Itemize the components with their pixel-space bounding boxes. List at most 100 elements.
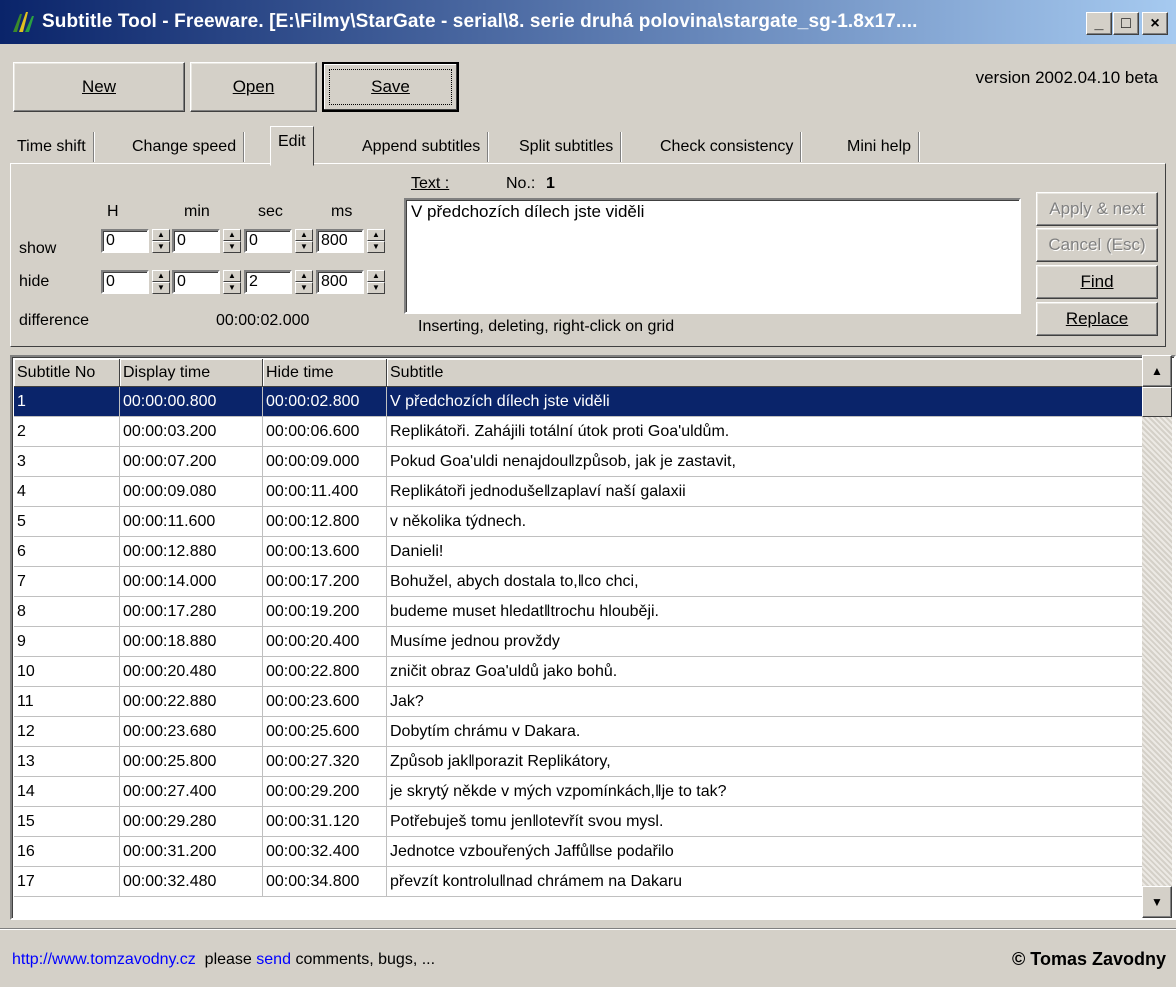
cell-subtitle[interactable]: Musíme jednou provždy xyxy=(387,627,1143,657)
tab-append-subtitles[interactable]: Append subtitles xyxy=(355,132,489,162)
cell-subtitle-no[interactable]: 8 xyxy=(14,597,120,627)
cell-subtitle[interactable]: V předchozích dílech jste viděli xyxy=(387,387,1143,417)
hide-minutes-spinner[interactable]: ▲ ▼ xyxy=(223,270,241,294)
find-button[interactable]: Find xyxy=(1036,265,1158,299)
open-button[interactable]: Open xyxy=(190,62,317,112)
spin-down-icon[interactable]: ▼ xyxy=(152,241,170,253)
grid-scrollbar[interactable]: ▲ ▼ xyxy=(1142,355,1172,918)
cell-hide-time[interactable]: 00:00:17.200 xyxy=(263,567,387,597)
table-row[interactable]: 2 00:00:03.200 00:00:06.600 Replikátoři. Za… xyxy=(14,417,1143,447)
hide-seconds-spinner[interactable]: ▲ ▼ xyxy=(295,270,313,294)
spin-up-icon[interactable]: ▲ xyxy=(295,229,313,241)
table-row[interactable]: 11 00:00:22.880 00:00:23.600 Jak? xyxy=(14,687,1143,717)
spin-down-icon[interactable]: ▼ xyxy=(367,282,385,294)
cell-subtitle-no[interactable]: 5 xyxy=(14,507,120,537)
header-display-time[interactable]: Display time xyxy=(120,359,263,387)
cell-display-time[interactable]: 00:00:25.800 xyxy=(120,747,263,777)
table-row[interactable]: 14 00:00:27.400 00:00:29.200 je skrytý někd… xyxy=(14,777,1143,807)
cell-display-time[interactable]: 00:00:14.000 xyxy=(120,567,263,597)
cell-subtitle[interactable]: Dobytím chrámu v Dakara. xyxy=(387,717,1143,747)
cell-hide-time[interactable]: 00:00:23.600 xyxy=(263,687,387,717)
show-ms-input[interactable]: 800 xyxy=(316,229,364,253)
cell-subtitle[interactable]: zničit obraz Goa'uldů jako bohů. xyxy=(387,657,1143,687)
cell-hide-time[interactable]: 00:00:29.200 xyxy=(263,777,387,807)
cell-subtitle-no[interactable]: 11 xyxy=(14,687,120,717)
tab-mini-help[interactable]: Mini help xyxy=(840,132,920,162)
cell-display-time[interactable]: 00:00:22.880 xyxy=(120,687,263,717)
cell-display-time[interactable]: 00:00:12.880 xyxy=(120,537,263,567)
cell-subtitle-no[interactable]: 13 xyxy=(14,747,120,777)
cell-hide-time[interactable]: 00:00:09.000 xyxy=(263,447,387,477)
cell-subtitle-no[interactable]: 17 xyxy=(14,867,120,897)
table-row[interactable]: 9 00:00:18.880 00:00:20.400 Musíme jednou p… xyxy=(14,627,1143,657)
cell-subtitle[interactable]: Bohužel, abych dostala to,‖co chci, xyxy=(387,567,1143,597)
cell-display-time[interactable]: 00:00:00.800 xyxy=(120,387,263,417)
scroll-down-icon[interactable]: ▼ xyxy=(1142,886,1172,918)
cell-subtitle[interactable]: Potřebuješ tomu jen‖otevřít svou mysl. xyxy=(387,807,1143,837)
spin-down-icon[interactable]: ▼ xyxy=(223,241,241,253)
apply-next-button[interactable]: Apply & next xyxy=(1036,192,1158,226)
show-seconds-input[interactable]: 0 xyxy=(244,229,292,253)
cell-hide-time[interactable]: 00:00:02.800 xyxy=(263,387,387,417)
show-seconds-spinner[interactable]: ▲ ▼ xyxy=(295,229,313,253)
cell-subtitle-no[interactable]: 3 xyxy=(14,447,120,477)
cell-display-time[interactable]: 00:00:20.480 xyxy=(120,657,263,687)
cell-subtitle[interactable]: Způsob jak‖porazit Replikátory, xyxy=(387,747,1143,777)
cell-subtitle[interactable]: Replikátoři jednoduše‖zaplaví naší galax… xyxy=(387,477,1143,507)
cell-display-time[interactable]: 00:00:29.280 xyxy=(120,807,263,837)
cell-hide-time[interactable]: 00:00:25.600 xyxy=(263,717,387,747)
table-row[interactable]: 6 00:00:12.880 00:00:13.600 Danieli! xyxy=(14,537,1143,567)
cell-display-time[interactable]: 00:00:31.200 xyxy=(120,837,263,867)
tab-change-speed[interactable]: Change speed xyxy=(125,132,245,162)
table-row[interactable]: 15 00:00:29.280 00:00:31.120 Potřebuješ tom… xyxy=(14,807,1143,837)
spin-down-icon[interactable]: ▼ xyxy=(367,241,385,253)
cell-display-time[interactable]: 00:00:17.280 xyxy=(120,597,263,627)
cell-hide-time[interactable]: 00:00:27.320 xyxy=(263,747,387,777)
cell-hide-time[interactable]: 00:00:20.400 xyxy=(263,627,387,657)
cell-display-time[interactable]: 00:00:03.200 xyxy=(120,417,263,447)
cell-hide-time[interactable]: 00:00:12.800 xyxy=(263,507,387,537)
header-subtitle[interactable]: Subtitle xyxy=(387,359,1143,387)
cell-display-time[interactable]: 00:00:32.480 xyxy=(120,867,263,897)
cell-subtitle-no[interactable]: 10 xyxy=(14,657,120,687)
cell-subtitle[interactable]: budeme muset hledat‖trochu hlouběji. xyxy=(387,597,1143,627)
subtitle-grid[interactable]: Subtitle No Display time Hide time Subti… xyxy=(10,355,1176,920)
spin-up-icon[interactable]: ▲ xyxy=(295,270,313,282)
table-row[interactable]: 1 00:00:00.800 00:00:02.800 V předchozích d… xyxy=(14,387,1143,417)
cell-subtitle[interactable]: v několika týdnech. xyxy=(387,507,1143,537)
spin-down-icon[interactable]: ▼ xyxy=(223,282,241,294)
cell-hide-time[interactable]: 00:00:06.600 xyxy=(263,417,387,447)
replace-button[interactable]: Replace xyxy=(1036,302,1158,336)
save-button[interactable]: Save xyxy=(322,62,459,112)
table-row[interactable]: 3 00:00:07.200 00:00:09.000 Pokud Goa'uldi… xyxy=(14,447,1143,477)
show-minutes-spinner[interactable]: ▲ ▼ xyxy=(223,229,241,253)
tab-time-shift[interactable]: Time shift xyxy=(10,132,94,162)
cell-display-time[interactable]: 00:00:27.400 xyxy=(120,777,263,807)
cell-subtitle[interactable]: Jednotce vzbouřených Jaffů‖se podařilo xyxy=(387,837,1143,867)
cell-subtitle-no[interactable]: 7 xyxy=(14,567,120,597)
hide-minutes-input[interactable]: 0 xyxy=(172,270,220,294)
cell-subtitle[interactable]: Pokud Goa'uldi nenajdou‖způsob, jak je z… xyxy=(387,447,1143,477)
hide-hours-spinner[interactable]: ▲ ▼ xyxy=(152,270,170,294)
tab-edit[interactable]: Edit xyxy=(270,126,314,166)
hide-ms-input[interactable]: 800 xyxy=(316,270,364,294)
cell-hide-time[interactable]: 00:00:13.600 xyxy=(263,537,387,567)
subtitle-text-editor[interactable]: V předchozích dílech jste viděli xyxy=(404,198,1021,314)
hide-hours-input[interactable]: 0 xyxy=(101,270,149,294)
cell-hide-time[interactable]: 00:00:19.200 xyxy=(263,597,387,627)
spin-up-icon[interactable]: ▲ xyxy=(152,229,170,241)
spin-down-icon[interactable]: ▼ xyxy=(152,282,170,294)
spin-down-icon[interactable]: ▼ xyxy=(295,282,313,294)
cell-subtitle[interactable]: Replikátoři. Zahájili totální útok proti… xyxy=(387,417,1143,447)
spin-down-icon[interactable]: ▼ xyxy=(295,241,313,253)
cell-subtitle-no[interactable]: 14 xyxy=(14,777,120,807)
cell-subtitle-no[interactable]: 2 xyxy=(14,417,120,447)
cell-display-time[interactable]: 00:00:07.200 xyxy=(120,447,263,477)
table-row[interactable]: 7 00:00:14.000 00:00:17.200 Bohužel, abych … xyxy=(14,567,1143,597)
tab-split-subtitles[interactable]: Split subtitles xyxy=(512,132,622,162)
cell-display-time[interactable]: 00:00:09.080 xyxy=(120,477,263,507)
cell-subtitle-no[interactable]: 12 xyxy=(14,717,120,747)
spin-up-icon[interactable]: ▲ xyxy=(367,229,385,241)
table-row[interactable]: 16 00:00:31.200 00:00:32.400 Jednotce vzbou… xyxy=(14,837,1143,867)
table-row[interactable]: 17 00:00:32.480 00:00:34.800 převzít kontro… xyxy=(14,867,1143,897)
